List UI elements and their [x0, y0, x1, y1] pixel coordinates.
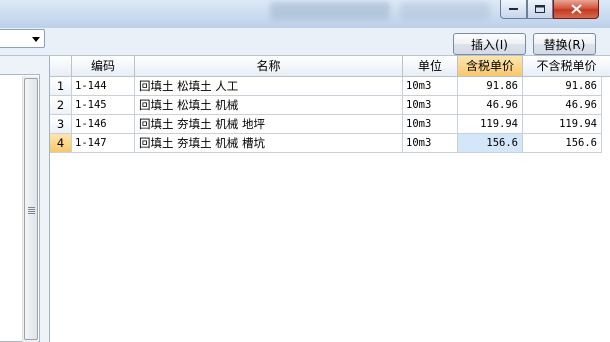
left-scrollbar[interactable]	[22, 76, 38, 342]
maximize-button[interactable]	[527, 0, 553, 19]
table-row[interactable]: 3 1-146 回填土 夯填土 机械 地坪 10m3 119.94 119.94	[50, 115, 610, 134]
header-unit[interactable]: 单位	[403, 56, 458, 77]
title-bar	[0, 0, 610, 28]
cell-code[interactable]: 1-144	[72, 77, 135, 96]
insert-button[interactable]: 插入(I)	[453, 33, 526, 55]
cell-code[interactable]: 1-147	[72, 134, 135, 153]
replace-button[interactable]: 替换(R)	[533, 33, 596, 55]
cell-name[interactable]: 回填土 夯填土 机械 槽坑	[135, 134, 403, 153]
close-icon	[570, 4, 582, 14]
header-corner	[50, 56, 72, 77]
table-row[interactable]: 1 1-144 回填土 松填土 人工 10m3 91.86 91.86	[50, 77, 610, 96]
cell-name[interactable]: 回填土 松填土 机械	[135, 96, 403, 115]
row-number: 3	[50, 115, 72, 134]
minimize-icon	[508, 8, 518, 10]
minimize-button[interactable]	[500, 0, 527, 19]
cell-unit[interactable]: 10m3	[403, 115, 458, 134]
left-pane	[0, 56, 46, 342]
cell-name[interactable]: 回填土 夯填土 机械 地坪	[135, 115, 403, 134]
quota-table: 编码 名称 单位 含税单价 不含税单价 1 1-144 回填土 松填土 人工 1…	[49, 56, 610, 342]
close-button[interactable]	[553, 0, 599, 19]
header-code[interactable]: 编码	[72, 56, 135, 77]
cell-unit[interactable]: 10m3	[403, 96, 458, 115]
cell-unit[interactable]: 10m3	[403, 77, 458, 96]
grip-icon	[28, 207, 35, 214]
header-tax-price[interactable]: 含税单价	[458, 56, 523, 77]
cell-tax-price[interactable]: 91.86	[458, 77, 523, 96]
scrollbar-thumb[interactable]	[24, 78, 38, 340]
cell-code[interactable]: 1-146	[72, 115, 135, 134]
row-number: 4	[50, 134, 72, 153]
blurred-title-text	[400, 2, 490, 20]
cell-notax-price[interactable]: 156.6	[523, 134, 602, 153]
table-row-selected[interactable]: 4 1-147 回填土 夯填土 机械 槽坑 10m3 156.6 156.6	[50, 134, 610, 153]
category-dropdown[interactable]	[0, 29, 45, 48]
maximize-icon	[534, 4, 545, 13]
cell-tax-price[interactable]: 46.96	[458, 96, 523, 115]
table-row[interactable]: 2 1-145 回填土 松填土 机械 10m3 46.96 46.96	[50, 96, 610, 115]
header-notax-price[interactable]: 不含税单价	[523, 56, 610, 77]
cell-notax-price[interactable]: 91.86	[523, 77, 602, 96]
cell-code[interactable]: 1-145	[72, 96, 135, 115]
cell-tax-price-selected[interactable]: 156.6	[458, 134, 523, 153]
row-number: 2	[50, 96, 72, 115]
cell-unit[interactable]: 10m3	[403, 134, 458, 153]
chevron-down-icon	[32, 37, 40, 42]
cell-notax-price[interactable]: 119.94	[523, 115, 602, 134]
cell-name[interactable]: 回填土 松填土 人工	[135, 77, 403, 96]
row-number: 1	[50, 77, 72, 96]
cell-notax-price[interactable]: 46.96	[523, 96, 602, 115]
table-header: 编码 名称 单位 含税单价 不含税单价	[50, 56, 610, 77]
cell-tax-price[interactable]: 119.94	[458, 115, 523, 134]
blurred-title-text	[270, 2, 390, 20]
header-name[interactable]: 名称	[135, 56, 403, 77]
